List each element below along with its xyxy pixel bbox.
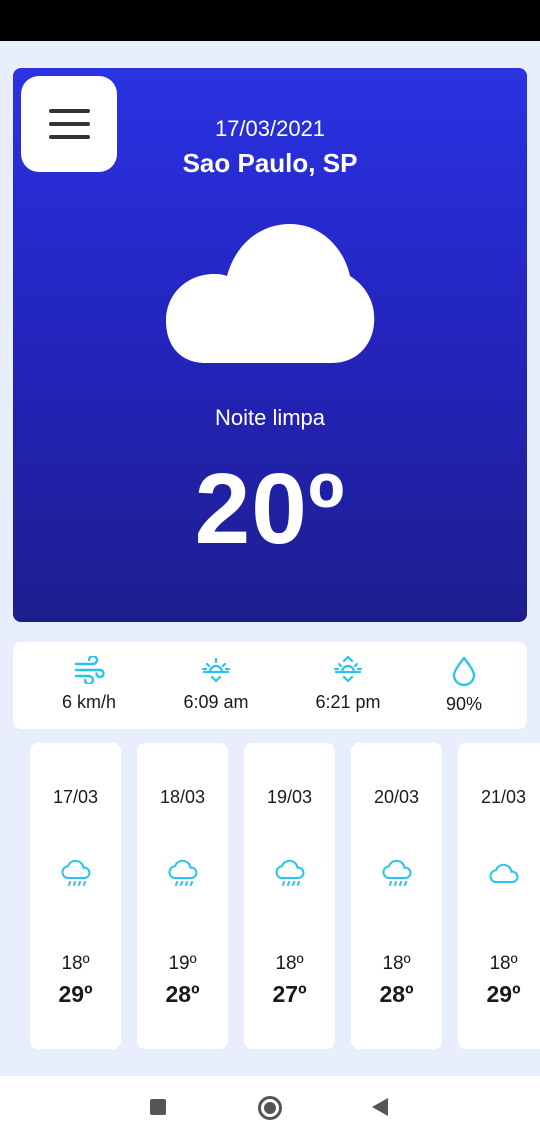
sunrise-time: 6:09 am — [183, 692, 249, 712]
forecast-date: 21/03 — [480, 787, 527, 807]
forecast-day-card[interactable]: 21/03 18º 29º — [458, 743, 540, 1049]
rain-cloud-icon — [381, 859, 411, 886]
rain-cloud-icon — [60, 859, 90, 886]
current-date: 17/03/2021 — [214, 116, 326, 141]
forecast-min-temp: 18º — [489, 953, 518, 974]
android-navigation-bar — [0, 1076, 540, 1140]
cloud-icon — [488, 863, 518, 883]
forecast-max-temp: 29º — [58, 981, 93, 1007]
forecast-day-card[interactable]: 20/03 18º 28º — [351, 743, 442, 1049]
home-button[interactable] — [258, 1096, 282, 1120]
hamburger-icon-line — [48, 109, 90, 113]
rain-cloud-icon — [167, 859, 197, 886]
stat-humidity: 90% — [404, 656, 524, 715]
wind-icon — [74, 656, 105, 684]
forecast-min-temp: 18º — [382, 953, 411, 974]
status-bar — [0, 0, 540, 41]
forecast-max-temp: 29º — [486, 981, 521, 1007]
forecast-date: 20/03 — [373, 787, 420, 807]
sunset-time: 6:21 pm — [315, 692, 381, 712]
forecast-min-temp: 18º — [61, 953, 90, 974]
wind-speed-value: 6 km/h — [61, 692, 117, 712]
forecast-date: 18/03 — [159, 787, 206, 807]
stat-wind: 6 km/h — [29, 656, 149, 713]
forecast-max-temp: 28º — [165, 981, 200, 1007]
stat-sunrise: 6:09 am — [156, 656, 276, 713]
forecast-day-card[interactable]: 18/03 19º 28º — [137, 743, 228, 1049]
forecast-min-temp: 18º — [275, 953, 304, 974]
recent-apps-button[interactable] — [150, 1099, 166, 1115]
weather-stats-panel: 6 km/h 6:09 am 6:21 pm 90% — [13, 642, 527, 729]
weather-description: Noite limpa — [214, 405, 326, 430]
cloud-icon — [166, 224, 375, 363]
forecast-date: 19/03 — [266, 787, 313, 807]
forecast-min-temp: 19º — [168, 953, 197, 974]
forecast-date: 17/03 — [52, 787, 99, 807]
stat-sunset: 6:21 pm — [288, 656, 408, 713]
current-weather-card: 17/03/2021 Sao Paulo, SP Noite limpa 20º — [13, 68, 527, 622]
city-name: Sao Paulo, SP — [182, 148, 358, 178]
humidity-value: 90% — [445, 694, 483, 714]
rain-cloud-icon — [274, 859, 304, 886]
forecast-max-temp: 27º — [272, 981, 307, 1007]
sunrise-icon — [201, 657, 231, 683]
forecast-day-card[interactable]: 19/03 18º 27º — [244, 743, 335, 1049]
back-button[interactable] — [372, 1098, 388, 1116]
current-temperature: 20º — [194, 453, 346, 565]
forecast-day-card[interactable]: 17/03 18º 29º — [30, 743, 121, 1049]
sunset-icon — [333, 656, 363, 683]
forecast-max-temp: 28º — [379, 981, 414, 1007]
forecast-list[interactable]: 17/03 18º 29º 18/03 19º 28º 19/03 18º 27… — [0, 743, 540, 1049]
humidity-drop-icon — [452, 656, 476, 686]
